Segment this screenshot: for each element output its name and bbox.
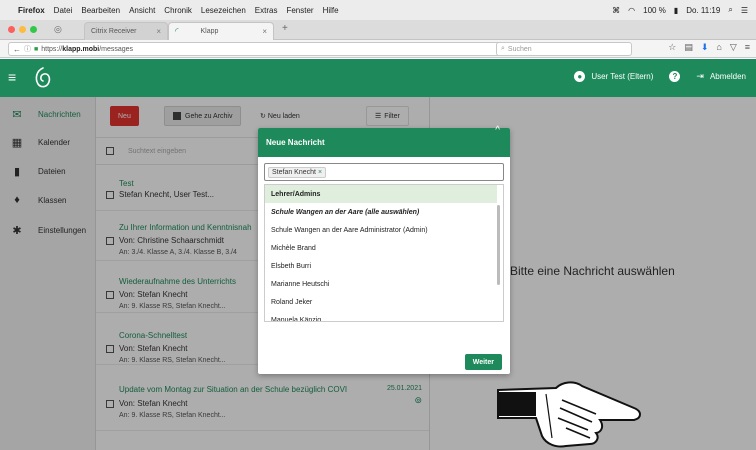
new-tab-button[interactable]: + <box>282 23 288 34</box>
search-placeholder: Suchen <box>507 45 532 53</box>
menu-item-lesezeichen[interactable]: Lesezeichen <box>201 6 246 15</box>
header-user-area: ● User Test (Eltern) ? ⇥ Abmelden <box>574 71 746 82</box>
back-icon[interactable]: ← <box>13 45 21 54</box>
maximize-window-icon[interactable] <box>30 26 37 33</box>
reading-list-icon[interactable]: ▤ <box>684 42 693 53</box>
browser-tab-bar: ◎ Citrix Receiver × ◜ Klapp × + <box>0 20 756 40</box>
new-message-dialog: Neue Nachricht ^ Stefan Knecht × Lehrer/A… <box>258 125 510 374</box>
user-name[interactable]: User Test (Eltern) <box>591 72 653 81</box>
dropdown-option[interactable]: Schule Wangen an der Aare Administrator … <box>265 221 497 239</box>
pinned-tab-icon[interactable]: ◎ <box>54 24 62 35</box>
tab-citrix[interactable]: Citrix Receiver × <box>84 22 168 40</box>
dropdown-scrollbar[interactable] <box>497 205 500 285</box>
close-window-icon[interactable] <box>8 26 15 33</box>
recipient-tag: Stefan Knecht × <box>268 166 327 178</box>
spotlight-icon[interactable]: ⌕ <box>728 5 732 15</box>
menu-item-bearbeiten[interactable]: Bearbeiten <box>81 6 120 15</box>
recipient-tag-label: Stefan Knecht <box>272 168 316 176</box>
menu-item-extras[interactable]: Extras <box>255 6 278 15</box>
dialog-header: Neue Nachricht <box>258 128 510 157</box>
menu-app-name[interactable]: Firefox <box>18 6 45 15</box>
dropdown-option[interactable]: Elsbeth Burri <box>265 257 497 275</box>
dropdown-option[interactable]: Marianne Heutschi <box>265 275 497 293</box>
url-prefix: https:// <box>41 45 63 53</box>
dropdown-group-header: Lehrer/Admins <box>265 185 497 203</box>
logout-icon: ⇥ <box>696 71 704 81</box>
user-icon: ● <box>574 71 586 82</box>
recipient-input[interactable]: Stefan Knecht × <box>264 163 504 181</box>
loading-icon: ◜ <box>175 26 179 36</box>
browser-nav-bar: ← ⓘ ■ https://klapp.mobi/messages ↻ ⌕ Su… <box>0 40 756 58</box>
tab-label: Citrix Receiver <box>91 28 137 35</box>
menu-item-fenster[interactable]: Fenster <box>286 6 313 15</box>
dropdown-option[interactable]: Manuela Känzig <box>265 311 497 322</box>
menu-item-datei[interactable]: Datei <box>54 6 73 15</box>
pointing-hand-icon <box>497 381 641 448</box>
next-button[interactable]: Weiter <box>464 354 502 370</box>
url-bar[interactable]: ← ⓘ ■ https://klapp.mobi/messages ↻ <box>8 42 530 56</box>
menu-item-hilfe[interactable]: Hilfe <box>323 6 339 15</box>
recipient-dropdown: Lehrer/Admins Schule Wangen an der Aare … <box>264 184 504 322</box>
lock-icon: ■ <box>34 45 39 53</box>
wifi-icon[interactable]: ◠ <box>628 6 635 15</box>
logout-button[interactable]: Abmelden <box>710 72 746 81</box>
tab-label: Klapp <box>200 28 219 35</box>
menu-status-area: ⌘ ◠ 100 % ▮ Do. 11:19 ⌕ ☰ <box>612 0 748 20</box>
klapp-logo-icon <box>35 67 51 88</box>
close-icon[interactable]: × <box>156 27 161 36</box>
url-host: klapp.mobi <box>62 45 100 53</box>
menu-item-ansicht[interactable]: Ansicht <box>129 6 155 15</box>
hamburger-menu-icon[interactable]: ≡ <box>8 69 16 85</box>
tab-klapp[interactable]: ◜ Klapp × <box>168 22 274 40</box>
pocket-icon[interactable]: ▽ <box>730 42 737 53</box>
remove-tag-icon[interactable]: × <box>318 169 322 176</box>
close-icon[interactable]: × <box>262 27 267 36</box>
battery-icon: ▮ <box>673 5 679 15</box>
minimize-window-icon[interactable] <box>19 26 26 33</box>
os-menu-bar: Firefox Datei Bearbeiten Ansicht Chronik… <box>0 0 756 20</box>
download-icon[interactable]: ⬇ <box>701 42 709 53</box>
dropdown-option[interactable]: Michèle Brand <box>265 239 497 257</box>
dropdown-option-select-all[interactable]: Schule Wangen an der Aare (alle auswähle… <box>265 203 497 221</box>
dialog-title: Neue Nachricht <box>266 138 325 147</box>
collapse-icon[interactable]: ^ <box>495 125 500 136</box>
search-icon: ⌕ <box>501 45 505 52</box>
menu-item-chronik[interactable]: Chronik <box>164 6 192 15</box>
hamburger-menu-icon[interactable]: ≡ <box>745 42 750 53</box>
list-icon[interactable]: ☰ <box>741 6 748 15</box>
keyboard-icon[interactable]: ⌘ <box>612 6 620 15</box>
clock[interactable]: Do. 11:19 <box>686 6 720 15</box>
browser-toolbar-icons: ☆ ▤ ⬇ ⌂ ▽ ≡ <box>668 42 750 53</box>
help-icon[interactable]: ? <box>669 71 681 82</box>
star-icon[interactable]: ☆ <box>668 42 676 53</box>
battery-percent[interactable]: 100 % <box>643 6 666 15</box>
home-icon[interactable]: ⌂ <box>716 42 721 53</box>
browser-search-bar[interactable]: ⌕ Suchen <box>496 42 632 56</box>
url-path: /messages <box>99 45 134 53</box>
info-icon[interactable]: ⓘ <box>24 44 31 54</box>
app-header: ≡ ● User Test (Eltern) ? ⇥ Abmelden <box>0 59 756 97</box>
dropdown-option[interactable]: Roland Jeker <box>265 293 497 311</box>
